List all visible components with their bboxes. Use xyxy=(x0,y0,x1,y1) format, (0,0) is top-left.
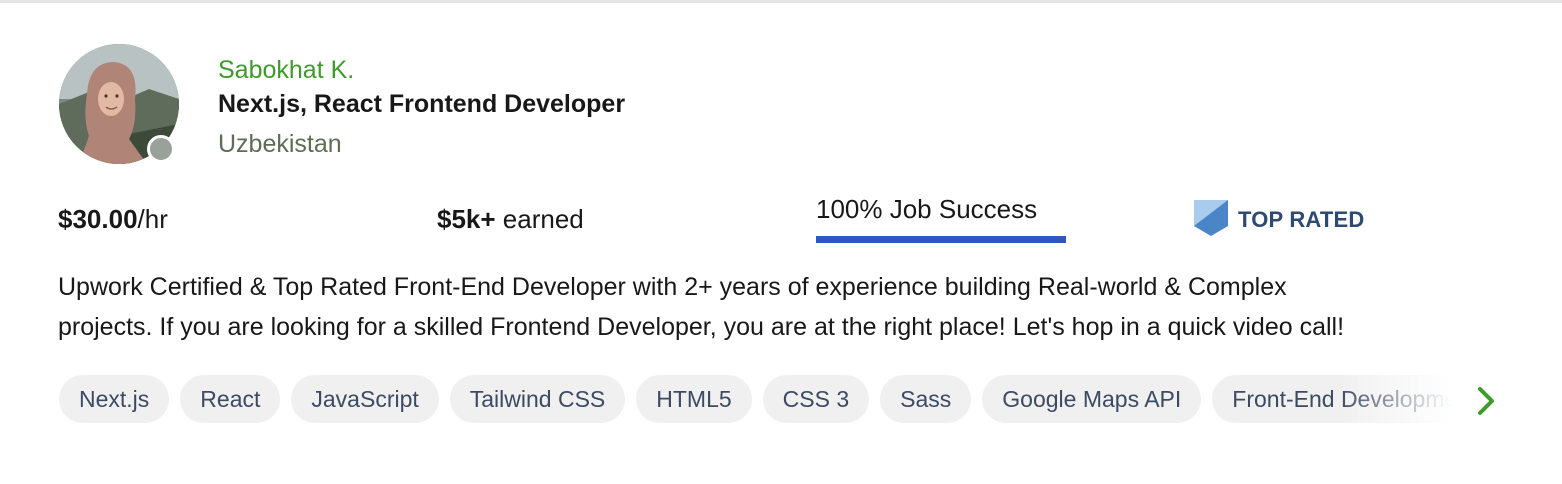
skill-tag[interactable]: React xyxy=(180,375,281,423)
freelancer-card[interactable]: Sabokhat K. Next.js, React Frontend Deve… xyxy=(0,3,1562,484)
freelancer-title: Next.js, React Frontend Developer xyxy=(218,90,626,118)
skill-tag[interactable]: JavaScript xyxy=(291,375,439,423)
avatar-wrap[interactable] xyxy=(59,44,179,164)
skills-list: Next.js React JavaScript Tailwind CSS HT… xyxy=(59,375,1451,425)
description-line-1: Upwork Certified & Top Rated Front-End D… xyxy=(58,273,1287,301)
total-earned: $5k+ earned xyxy=(437,203,584,235)
freelancer-description: Upwork Certified & Top Rated Front-End D… xyxy=(58,267,1498,347)
skills-next-button[interactable] xyxy=(1468,383,1504,419)
skill-tag[interactable]: Next.js xyxy=(59,375,170,423)
hourly-rate: $30.00/hr xyxy=(58,203,168,235)
hourly-rate-value: $30.00 xyxy=(58,204,138,234)
skill-tag[interactable]: Tailwind CSS xyxy=(449,375,626,423)
earned-value: $5k+ xyxy=(437,204,496,234)
freelancer-location: Uzbekistan xyxy=(218,130,342,158)
top-rated-badge-icon xyxy=(1194,199,1228,241)
description-line-2: projects. If you are looking for a skill… xyxy=(58,313,1345,341)
skill-tag[interactable]: HTML5 xyxy=(636,375,752,423)
skill-tag[interactable]: CSS 3 xyxy=(762,375,870,423)
earned-label: earned xyxy=(495,204,584,234)
hourly-rate-unit: /hr xyxy=(137,204,168,234)
top-rated-badge: TOP RATED xyxy=(1194,199,1365,241)
job-success-label: 100% Job Success xyxy=(816,194,1038,224)
top-rated-badge-label: TOP RATED xyxy=(1238,207,1365,232)
skill-tag[interactable]: Sass xyxy=(880,375,972,423)
skill-tag[interactable]: Front-End Development xyxy=(1212,375,1451,423)
status-dot-icon xyxy=(147,135,175,163)
job-success-bar xyxy=(816,236,1066,243)
skill-tag[interactable]: Google Maps API xyxy=(982,375,1202,423)
chevron-right-icon xyxy=(1478,387,1494,415)
freelancer-name[interactable]: Sabokhat K. xyxy=(218,55,354,85)
